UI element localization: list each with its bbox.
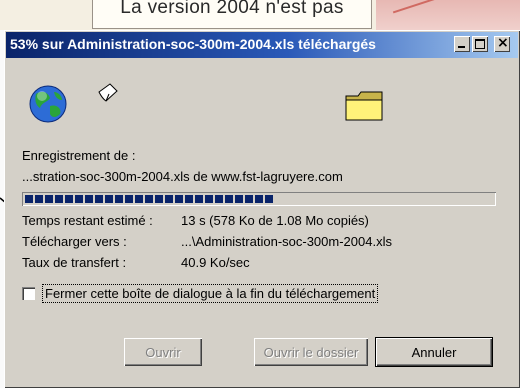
globe-icon xyxy=(29,85,67,123)
saving-label: Enregistrement de : xyxy=(22,148,136,163)
background-page: La version 2004 n'est pas xyxy=(0,0,520,30)
download-progress-bar xyxy=(22,192,496,206)
window-title: 53% sur Administration-soc-300m-2004.xls… xyxy=(10,36,376,52)
download-to-value: ...\Administration-soc-300m-2004.xls xyxy=(181,234,392,249)
open-button[interactable]: Ouvrir xyxy=(124,338,202,366)
time-remaining-value: 13 s (578 Ko de 1.08 Mo copiés) xyxy=(181,213,369,228)
download-dialog: 53% sur Administration-soc-300m-2004.xls… xyxy=(4,30,520,388)
maximize-button[interactable] xyxy=(472,36,488,52)
title-bar[interactable]: 53% sur Administration-soc-300m-2004.xls… xyxy=(6,32,518,58)
cancel-button[interactable]: Annuler xyxy=(376,338,492,366)
transfer-rate-value: 40.9 Ko/sec xyxy=(181,255,250,270)
time-remaining-label: Temps restant estimé : xyxy=(22,213,153,228)
background-red-graphic xyxy=(376,0,520,30)
background-text: La version 2004 n'est pas xyxy=(120,0,344,18)
transfer-rate-label: Taux de transfert : xyxy=(22,255,127,270)
close-button[interactable]: × xyxy=(494,35,510,52)
close-when-done-label[interactable]: Fermer cette boîte de dialogue à la fin … xyxy=(42,284,379,303)
download-to-label: Télécharger vers : xyxy=(22,234,127,249)
open-folder-button[interactable]: Ouvrir le dossier xyxy=(254,338,368,366)
folder-icon xyxy=(345,91,383,121)
saving-source: ...stration-soc-300m-2004.xls de www.fst… xyxy=(22,169,343,184)
flying-paper-icon xyxy=(98,83,118,102)
background-text-box: La version 2004 n'est pas xyxy=(92,0,372,29)
download-progress-fill xyxy=(25,195,273,203)
close-when-done-checkbox[interactable] xyxy=(22,287,35,300)
minimize-button[interactable] xyxy=(454,36,470,52)
close-icon: × xyxy=(497,35,509,51)
